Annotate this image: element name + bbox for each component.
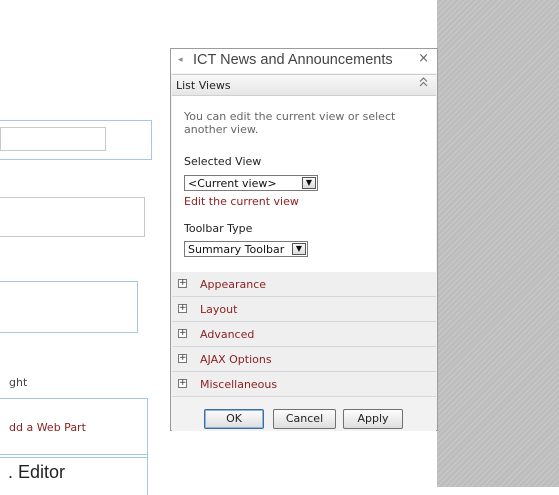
collapse-up-icon[interactable] [419,77,428,89]
collapse-left-icon[interactable]: ◂ [178,55,183,65]
category-label: AJAX Options [200,353,272,366]
dropdown-arrow-icon[interactable]: ▼ [302,177,316,189]
tool-pane-title: ICT News and Announcements [193,52,393,68]
background-hatch [437,0,559,487]
cancel-button[interactable]: Cancel [273,409,336,429]
toolbar-type-value: Summary Toolbar [188,243,285,256]
category-miscellaneous[interactable]: + Miscellaneous [172,372,436,397]
double-chevron-up-icon [419,77,428,87]
add-web-part-link[interactable]: dd a Web Part [9,421,86,434]
category-layout[interactable]: + Layout [172,297,436,322]
expand-plus-icon[interactable]: + [178,329,187,338]
expand-plus-icon[interactable]: + [178,354,187,363]
zone-box-fragment-2 [0,281,138,333]
tool-pane-header: ◂ ICT News and Announcements × [171,49,437,73]
zone-box-fragment-4 [0,454,148,495]
toolbar-type-label: Toolbar Type [184,222,253,235]
tool-pane-footer: OK Cancel Apply [172,405,436,431]
selected-view-select[interactable]: <Current view> ▼ [184,175,318,191]
dropdown-arrow-icon[interactable]: ▼ [292,243,306,255]
category-label: Miscellaneous [200,378,278,391]
apply-button[interactable]: Apply [343,409,403,429]
selected-view-value: <Current view> [188,177,277,190]
expand-plus-icon[interactable]: + [178,379,187,388]
toolbar-type-select[interactable]: Summary Toolbar ▼ [184,241,308,257]
category-label: Layout [200,303,238,316]
expand-plus-icon[interactable]: + [178,304,187,313]
category-advanced[interactable]: + Advanced [172,322,436,347]
category-label: Appearance [200,278,267,291]
tool-pane: ◂ ICT News and Announcements × List View… [170,48,438,431]
category-label: Advanced [200,328,255,341]
ok-button[interactable]: OK [204,409,264,429]
list-views-header[interactable]: List Views [172,74,436,96]
list-views-description: You can edit the current view or select … [184,110,396,136]
close-icon[interactable]: × [418,51,429,66]
text-field-fragment-2[interactable] [0,197,145,237]
edit-current-view-link[interactable]: Edit the current view [184,195,299,208]
expand-plus-icon[interactable]: + [178,279,187,288]
list-views-title: List Views [176,79,231,92]
selected-view-label: Selected View [184,155,262,168]
category-appearance[interactable]: + Appearance [172,272,436,297]
category-ajax-options[interactable]: + AJAX Options [172,347,436,372]
fragment-text: ght [9,376,28,389]
zone-box-fragment-1 [0,120,152,160]
